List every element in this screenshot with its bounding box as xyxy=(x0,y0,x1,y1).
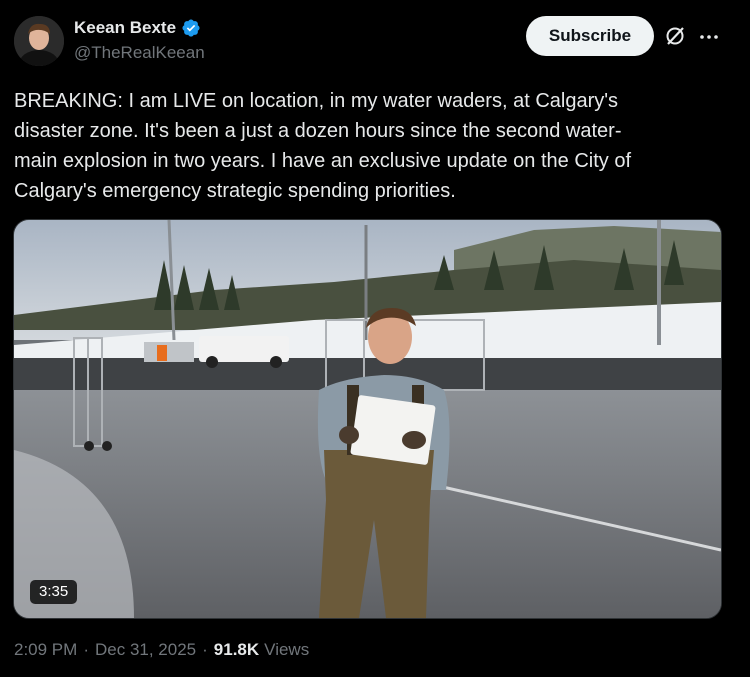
grok-icon[interactable] xyxy=(664,25,686,47)
views-label: Views xyxy=(264,640,310,659)
tweet-header: Keean Bexte @TheRealKeean Subscribe xyxy=(14,14,736,70)
video-duration: 3:35 xyxy=(30,580,78,604)
handle[interactable]: @TheRealKeean xyxy=(74,43,205,63)
meta-separator: · xyxy=(83,640,89,659)
avatar[interactable] xyxy=(14,16,64,66)
video-player[interactable]: 3:35 xyxy=(13,219,722,619)
tweet-text: BREAKING: I am LIVE on location, in my w… xyxy=(14,90,632,202)
meta-separator-2: · xyxy=(202,640,208,659)
author-names: Keean Bexte @TheRealKeean xyxy=(74,16,205,63)
views-count: 91.8K xyxy=(213,640,260,659)
subscribe-button[interactable]: Subscribe xyxy=(526,16,654,56)
verified-badge-icon[interactable] xyxy=(181,18,201,38)
video-frame xyxy=(14,220,721,618)
display-name[interactable]: Keean Bexte xyxy=(74,18,176,38)
more-icon[interactable] xyxy=(698,26,720,48)
tweet-meta: 2:09 PM · Dec 31, 2025 · 91.8K Views xyxy=(14,640,309,660)
tweet-date[interactable]: Dec 31, 2025 xyxy=(95,640,196,660)
tweet-time[interactable]: 2:09 PM xyxy=(14,640,77,660)
